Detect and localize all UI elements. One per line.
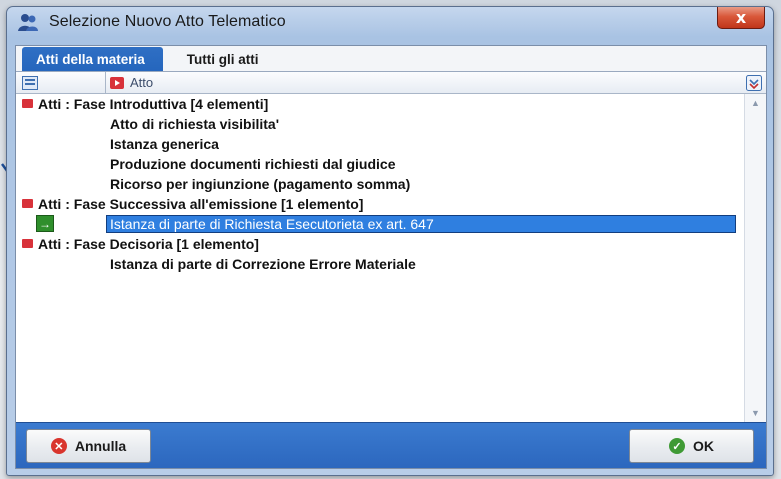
ok-button-label: OK xyxy=(693,438,714,454)
current-row-arrow-icon: → xyxy=(36,215,54,232)
ok-button[interactable]: ✓ OK xyxy=(629,429,754,463)
collapse-icon[interactable] xyxy=(22,99,33,108)
document-red-icon xyxy=(110,76,124,89)
list-item[interactable]: Istanza di parte di Correzione Errore Ma… xyxy=(16,254,744,274)
list-item-label: Istanza di parte di Correzione Errore Ma… xyxy=(110,256,416,272)
dialog-window: Selezione Nuovo Atto Telematico x Atti d… xyxy=(6,6,774,476)
button-bar: ✕ Annulla ✓ OK xyxy=(16,422,766,468)
group-header[interactable]: Atti : Fase Introduttiva [4 elementi] xyxy=(16,94,744,114)
list-item-selected[interactable]: → Istanza di parte di Richiesta Esecutor… xyxy=(16,214,744,234)
close-button[interactable]: x xyxy=(717,7,765,29)
tab-strip: Atti della materia Tutti gli atti xyxy=(16,46,766,72)
cancel-icon: ✕ xyxy=(50,438,67,454)
group-label: Atti : Fase Decisoria [1 elemento] xyxy=(38,236,259,252)
tab-tutti-gli-atti[interactable]: Tutti gli atti xyxy=(173,47,273,71)
close-icon: x xyxy=(735,8,747,27)
check-icon: ✓ xyxy=(669,438,685,454)
app-people-icon xyxy=(18,14,38,31)
list-item-label: Produzione documenti richiesti dal giudi… xyxy=(110,156,396,172)
column-header-atto[interactable]: Atto xyxy=(106,72,153,93)
list-item-label: Istanza di parte di Richiesta Esecutorie… xyxy=(110,216,434,232)
list-item[interactable]: Atto di richiesta visibilita' xyxy=(16,114,744,134)
list-item[interactable]: Produzione documenti richiesti dal giudi… xyxy=(16,154,744,174)
dialog-content: Atti della materia Tutti gli atti Atto A… xyxy=(15,45,767,469)
column-chooser-icon[interactable] xyxy=(746,75,762,91)
atti-list: Atti : Fase Introduttiva [4 elementi] At… xyxy=(16,94,744,424)
collapse-icon[interactable] xyxy=(22,199,33,208)
cancel-button-label: Annulla xyxy=(74,438,127,454)
list-item[interactable]: Ricorso per ingiunzione (pagamento somma… xyxy=(16,174,744,194)
scroll-down-icon[interactable]: ▼ xyxy=(751,408,760,418)
window-title: Selezione Nuovo Atto Telematico xyxy=(49,13,286,30)
list-column-header: Atto xyxy=(16,72,766,94)
scroll-up-icon[interactable]: ▲ xyxy=(751,98,760,108)
group-label: Atti : Fase Successiva all'emissione [1 … xyxy=(38,196,364,212)
grid-select-icon xyxy=(22,75,38,90)
column-header-selector[interactable] xyxy=(16,72,106,93)
list-item-label: Ricorso per ingiunzione (pagamento somma… xyxy=(110,176,411,192)
group-header[interactable]: Atti : Fase Successiva all'emissione [1 … xyxy=(16,194,744,214)
list-item-label: Istanza generica xyxy=(110,136,219,152)
tab-atti-della-materia[interactable]: Atti della materia xyxy=(22,47,163,71)
group-header[interactable]: Atti : Fase Decisoria [1 elemento] xyxy=(16,234,744,254)
collapse-icon[interactable] xyxy=(22,239,33,248)
list-item-label: Atto di richiesta visibilita' xyxy=(110,116,280,132)
cancel-button[interactable]: ✕ Annulla xyxy=(26,429,151,463)
title-bar[interactable]: Selezione Nuovo Atto Telematico x xyxy=(7,7,773,37)
group-label: Atti : Fase Introduttiva [4 elementi] xyxy=(38,96,269,112)
list-item[interactable]: Istanza generica xyxy=(16,134,744,154)
column-atto-label: Atto xyxy=(130,75,154,90)
vertical-scrollbar[interactable]: ▲ ▼ xyxy=(744,94,766,424)
